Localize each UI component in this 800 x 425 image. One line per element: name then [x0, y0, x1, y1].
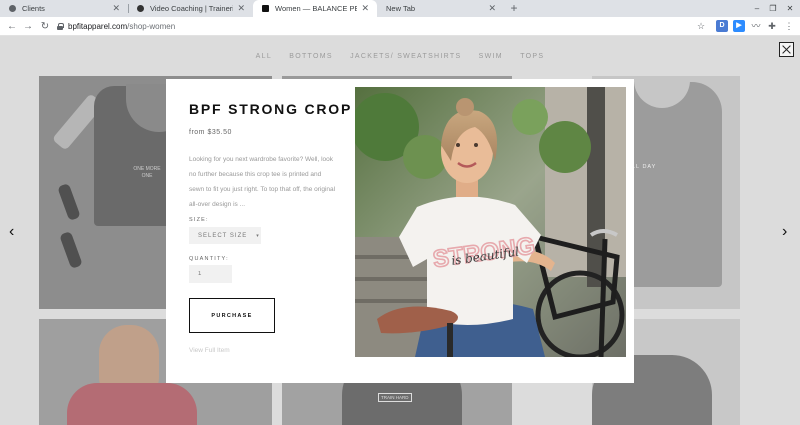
size-label: SIZE:	[189, 217, 209, 223]
category-all-link[interactable]: ALL	[256, 53, 272, 60]
lock-icon	[57, 23, 64, 30]
tab-title: Clients	[22, 4, 45, 13]
bookmark-star-icon[interactable]: ☆	[695, 20, 707, 32]
view-full-item-link[interactable]: View Full Item	[189, 347, 230, 354]
url-path: /shop-women	[127, 22, 176, 31]
pink-shirt-image	[67, 383, 197, 425]
dumbbell-image	[59, 231, 83, 269]
close-tab-icon[interactable]: ✕	[488, 3, 496, 14]
product-photo: STRONG is beautiful	[355, 87, 626, 357]
url-host: bpfitapparel.com	[68, 22, 128, 31]
product-quick-view: BPF STRONG CROP from $35.50 Looking for …	[166, 79, 634, 383]
product-photo-image: STRONG is beautiful	[355, 87, 626, 357]
quantity-label: QUANTITY:	[189, 256, 229, 262]
sleeveless-logo-text: LL DAY	[632, 164, 657, 170]
extensions-puzzle-icon[interactable]: ✚	[766, 20, 778, 32]
category-jackets-sweatshirts-link[interactable]: JACKETS/ SWEATSHIRTS	[350, 53, 461, 60]
tab-title: Women — BALANCE PERFORMA	[275, 4, 358, 13]
restore-icon[interactable]: ❐	[766, 0, 780, 17]
browser-menu-icon[interactable]: ⋮	[783, 20, 795, 32]
tab-video-coaching[interactable]: Video Coaching | Trainerize Pers ✕	[128, 0, 253, 17]
shop-page: ALL BOTTOMS JACKETS/ SWEATSHIRTS SWIM TO…	[0, 37, 800, 425]
tab-women-balance-performance[interactable]: Women — BALANCE PERFORMA ✕	[253, 0, 377, 17]
window-close-icon[interactable]: ✕	[783, 0, 797, 17]
minimize-icon[interactable]: –	[750, 0, 764, 17]
prev-arrow-icon[interactable]: ‹	[9, 223, 14, 241]
product-price: from $35.50	[189, 129, 232, 136]
next-arrow-icon[interactable]: ›	[782, 223, 787, 241]
browser-tab-bar: Clients ✕ Video Coaching | Trainerize Pe…	[0, 0, 800, 17]
category-tops-link[interactable]: TOPS	[520, 53, 544, 60]
product-title: BPF STRONG CROP	[189, 101, 353, 117]
category-swim-link[interactable]: SWIM	[479, 53, 503, 60]
extension-feather-icon[interactable]: 〰	[750, 20, 762, 32]
back-arrow-icon[interactable]: ←	[5, 17, 19, 36]
chevron-down-icon: ▾	[256, 232, 260, 239]
tab-title: Video Coaching | Trainerize Pers	[150, 4, 233, 13]
quantity-input[interactable]	[189, 265, 232, 283]
dumbbell-image	[57, 183, 81, 221]
close-overlay-button[interactable]	[779, 42, 794, 57]
close-tab-icon[interactable]: ✕	[237, 3, 245, 14]
plus-icon[interactable]: +	[508, 0, 520, 17]
category-nav: ALL BOTTOMS JACKETS/ SWEATSHIRTS SWIM TO…	[0, 53, 800, 60]
bpf-favicon-icon	[262, 5, 269, 12]
forward-arrow-icon[interactable]: →	[21, 17, 35, 36]
tab-title: New Tab	[386, 4, 416, 13]
tab-new-tab[interactable]: New Tab ✕	[377, 0, 504, 17]
product-description: Looking for you next wardrobe favorite? …	[189, 156, 336, 208]
size-select[interactable]: SELECT SIZE ▾	[189, 227, 261, 244]
zoom-extension-icon[interactable]: ▶	[733, 20, 745, 32]
purchase-button[interactable]: PURCHASE	[189, 298, 275, 333]
address-bar[interactable]: bpfitapparel.com /shop-women	[57, 19, 717, 34]
tab-clients[interactable]: Clients ✕	[0, 0, 128, 17]
size-select-value: SELECT SIZE	[198, 232, 248, 239]
hoodie-logo-text: TRAIN HARD	[378, 393, 412, 402]
close-tab-icon[interactable]: ✕	[112, 3, 120, 14]
browser-toolbar: ← → ↻ bpfitapparel.com /shop-women ☆ D ▶…	[0, 17, 800, 36]
trainerize-favicon-icon	[137, 5, 144, 12]
reload-icon[interactable]: ↻	[38, 17, 52, 36]
extension-d-icon[interactable]: D	[716, 20, 728, 32]
close-tab-icon[interactable]: ✕	[361, 3, 369, 14]
category-bottoms-link[interactable]: BOTTOMS	[289, 53, 333, 60]
clients-favicon-icon	[9, 5, 16, 12]
tank-logo-text: ONE MORE ONE	[133, 166, 161, 179]
